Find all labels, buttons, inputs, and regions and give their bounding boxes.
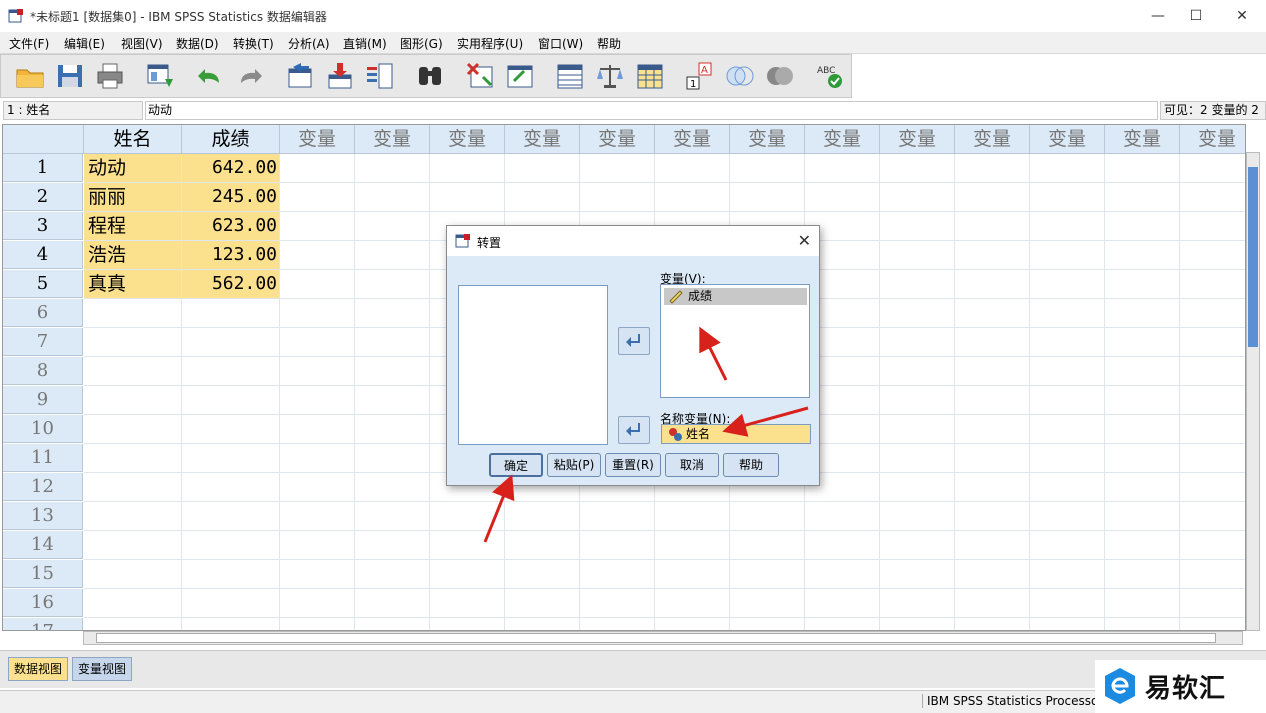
annotation-arrow-name-variable	[722, 406, 809, 437]
annotation-arrow-variables	[699, 326, 728, 381]
annotation-arrows	[483, 326, 809, 543]
annotation-arrow-ok	[483, 474, 515, 543]
